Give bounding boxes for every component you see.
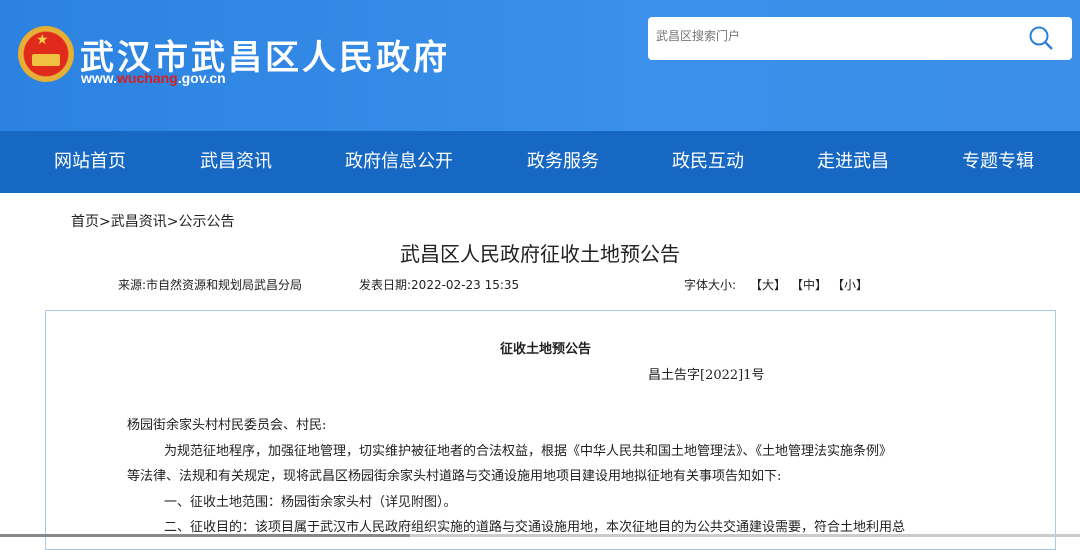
document-number: 昌土告字[2022]1号	[648, 368, 765, 383]
nav-interaction[interactable]: 政民互动	[672, 131, 744, 193]
nav-about-wuchang[interactable]: 走进武昌	[817, 131, 889, 193]
site-url: www.wuchang.gov.cn	[81, 70, 226, 86]
nav-home[interactable]: 网站首页	[54, 131, 126, 193]
font-size-label: 字体大小:	[684, 278, 737, 292]
item-2: 二、征收目的：该项目属于武汉市人民政府组织实施的道路与交通设施用地，本次征地目的…	[164, 520, 906, 535]
font-large-button[interactable]: 【大】	[750, 276, 786, 293]
salutation: 杨园街余家头村村民委员会、村民:	[127, 418, 327, 433]
font-small-button[interactable]: 【小】	[832, 276, 868, 293]
article-source: 来源:市自然资源和规划局武昌分局	[118, 278, 303, 292]
nav-wuchang-news[interactable]: 武昌资讯	[200, 131, 272, 193]
nav-services[interactable]: 政务服务	[527, 131, 599, 193]
article-title: 武昌区人民政府征收土地预公告	[400, 242, 680, 266]
paragraph-1-line-1: 为规范征地程序，加强征地管理，切实维护被征地者的合法权益，根据《中华人民共和国土…	[164, 444, 893, 459]
font-medium-button[interactable]: 【中】	[791, 276, 827, 293]
search-box	[648, 17, 1072, 60]
search-icon[interactable]	[1028, 25, 1054, 51]
article-date: 发表日期:2022-02-23 15:35	[359, 278, 520, 292]
breadcrumb[interactable]: 首页>武昌资讯>公示公告	[71, 211, 234, 231]
national-emblem-logo: ★	[18, 26, 74, 82]
nav-gov-info[interactable]: 政府信息公开	[345, 131, 453, 193]
search-input[interactable]	[656, 29, 1016, 43]
nav-topics[interactable]: 专题专辑	[962, 131, 1034, 193]
body-heading: 征收土地预公告	[500, 342, 592, 357]
main-nav: 网站首页 武昌资讯 政府信息公开 政务服务 政民互动 走进武昌 专题专辑	[0, 131, 1080, 193]
item-1: 一、征收土地范围：杨园街余家头村（详见附图）。	[164, 495, 457, 510]
site-header: ★ 武汉市武昌区人民政府 www.wuchang.gov.cn	[0, 0, 1080, 131]
paragraph-1-line-2: 等法律、法规和有关规定，现将武昌区杨园街余家头村道路与交通设施用地项目建设用地拟…	[127, 469, 782, 484]
